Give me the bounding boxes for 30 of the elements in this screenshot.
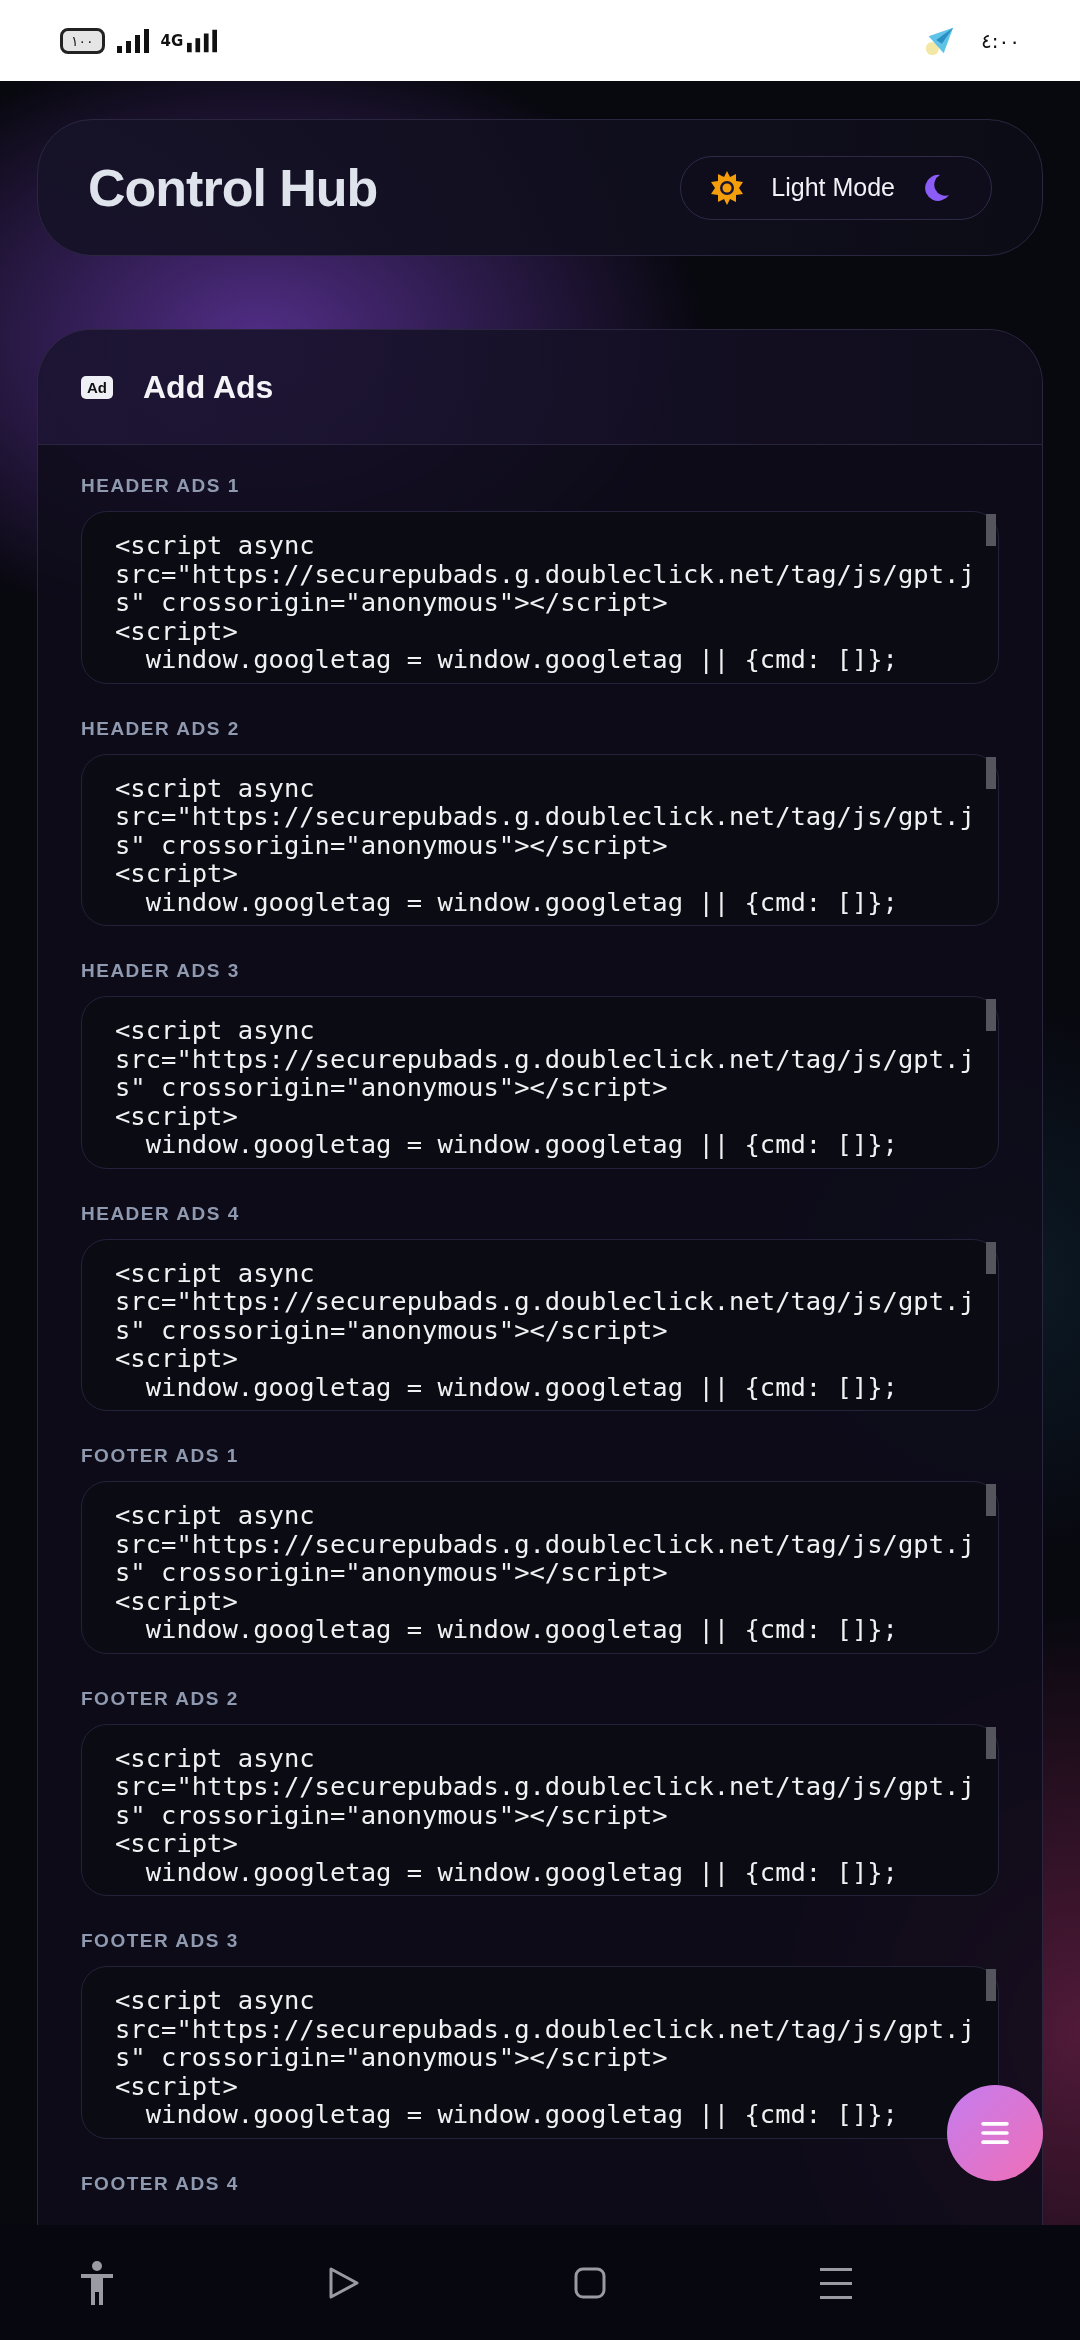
code-field[interactable]: <script async src="https://securepubads.g.doubleclick.net/tag/js/gpt.j s" crossorigin="anonymous"></script> <script> window.googletag = window.googletag || {cmd: []};	[81, 1481, 999, 1654]
back-icon[interactable]	[328, 2265, 360, 2300]
code-field[interactable]: <script async src="https://securepubads.g.doubleclick.net/tag/js/gpt.j s" crossorigin="anonymous"></script> <script> window.googletag = window.googletag || {cmd: []};	[81, 753, 999, 926]
code-field[interactable]: <script async src="https://securepubads.g.doubleclick.net/tag/js/gpt.j s" crossorigin="anonymous"></script> <script> window.googletag = window.googletag || {cmd: []};	[81, 1238, 999, 1411]
menu-icon[interactable]	[820, 2266, 852, 2299]
code-field[interactable]: <script async src="https://securepubads.g.doubleclick.net/tag/js/gpt.j s" crossorigin="anonymous"></script> <script> window.googletag = window.googletag || {cmd: []};	[81, 1723, 999, 1896]
battery-indicator: ١٠٠	[60, 27, 105, 54]
panel-title: Add Ads	[143, 368, 274, 406]
home-icon[interactable]	[574, 2266, 606, 2299]
field-label: HEADER ADS 3	[81, 960, 241, 982]
theme-toggle[interactable]: Light Mode	[680, 155, 992, 220]
field-label: HEADER ADS 4	[81, 1202, 241, 1225]
ad-icon: Ad	[81, 375, 113, 399]
field-label: HEADER ADS 1	[81, 475, 241, 497]
code-field[interactable]: <script async src="https://securepubads.g.doubleclick.net/tag/js/gpt.j s" crossorigin="anonymous"></script> <script> window.googletag = window.googletag || {cmd: []};	[81, 1966, 999, 2139]
field-label: FOOTER ADS 2	[81, 1687, 240, 1710]
hamburger-icon	[981, 2122, 1009, 2144]
code-field[interactable]: <script async src="https://securepubads.g.doubleclick.net/tag/js/gpt.j s" crossorigin="anonymous"></script> <script> window.googletag = window.googletag || {cmd: []};	[81, 511, 999, 684]
code-field[interactable]: <script async src="https://securepubads.g.doubleclick.net/tag/js/gpt.j s" crossorigin="anonymous"></script> <script> window.googletag = window.googletag || {cmd: []};	[81, 996, 999, 1169]
field-label: FOOTER ADS 4	[81, 2172, 240, 2195]
sun-icon	[709, 169, 746, 206]
app-title: Control Hub	[88, 157, 378, 218]
signal-icon	[187, 28, 218, 53]
clock-time: ٤:٠٠	[981, 28, 1020, 53]
accessibility-icon[interactable]	[80, 2260, 114, 2305]
field-label: FOOTER ADS 1	[81, 1445, 240, 1467]
field-label: HEADER ADS 2	[81, 717, 241, 740]
network-type: 4G	[160, 31, 184, 50]
signal-icon	[116, 28, 149, 53]
field-label: FOOTER ADS 3	[81, 1930, 240, 1952]
